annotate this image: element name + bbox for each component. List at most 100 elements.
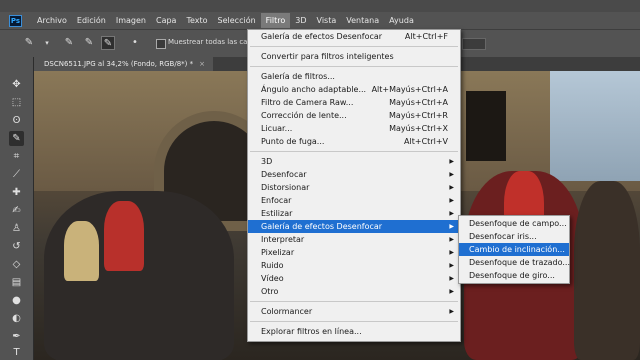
- menu-item-label: Pixelizar: [261, 248, 295, 257]
- menu-separator: [250, 66, 458, 67]
- pen-icon[interactable]: ✒: [9, 329, 24, 344]
- menu-item-browse-filters-online[interactable]: Explorar filtros en línea...: [248, 325, 460, 338]
- type-icon[interactable]: T: [9, 345, 24, 360]
- healing-brush-icon[interactable]: ✚: [9, 185, 24, 200]
- sample-all-layers-checkbox[interactable]: [156, 39, 166, 49]
- marquee-icon[interactable]: ⬚: [9, 95, 24, 110]
- menu-separator: [250, 151, 458, 152]
- eraser-icon[interactable]: ◇: [9, 257, 24, 272]
- document-tab[interactable]: DSCN6511.JPG al 34,2% (Fondo, RGB/8*) * ×: [34, 57, 213, 71]
- menu-item-filter-gallery[interactable]: Galería de filtros...: [248, 70, 460, 83]
- submenu-item-iris-blur[interactable]: Desenfocar iris...: [459, 230, 569, 243]
- lasso-icon[interactable]: ʘ: [9, 113, 24, 128]
- menu-item-label: Enfocar: [261, 196, 292, 205]
- new-selection-icon[interactable]: ✎: [62, 36, 76, 50]
- tool-preset-icon[interactable]: ✎: [22, 36, 36, 50]
- menu-ventana[interactable]: Ventana: [341, 13, 384, 28]
- menu-ayuda[interactable]: Ayuda: [384, 13, 419, 28]
- quick-select-icon[interactable]: ✎: [9, 131, 24, 146]
- menu-item-enfocar[interactable]: Enfocar ▶: [248, 194, 460, 207]
- menu-item-vanishing-point[interactable]: Punto de fuga... Alt+Ctrl+V: [248, 135, 460, 148]
- submenu-item-field-blur[interactable]: Desenfoque de campo...: [459, 217, 569, 230]
- person-red-shirt: [104, 201, 144, 271]
- menu-texto[interactable]: Texto: [181, 13, 212, 28]
- menu-item-label: Otro: [261, 287, 279, 296]
- submenu-arrow-icon: ▶: [449, 197, 454, 204]
- menu-item-colormancer[interactable]: Colormancer ▶: [248, 305, 460, 318]
- menu-item-interpretar[interactable]: Interpretar ▶: [248, 233, 460, 246]
- photoshop-logo[interactable]: Ps: [9, 14, 22, 27]
- gradient-icon[interactable]: ▤: [9, 275, 24, 290]
- menu-separator: [250, 301, 458, 302]
- menu-filtro[interactable]: Filtro: [260, 13, 291, 28]
- menu-item-desenfocar[interactable]: Desenfocar ▶: [248, 168, 460, 181]
- menu-item-estilizar[interactable]: Estilizar ▶: [248, 207, 460, 220]
- blur-icon[interactable]: ●: [9, 293, 24, 308]
- menu-item-blur-gallery[interactable]: Galería de efectos Desenfocar ▶: [248, 220, 460, 233]
- history-brush-icon[interactable]: ↺: [9, 239, 24, 254]
- menu-item-shortcut: Alt+Ctrl+V: [404, 137, 448, 146]
- menu-archivo[interactable]: Archivo: [32, 13, 72, 28]
- building-window: [466, 91, 506, 161]
- submenu-item-path-blur[interactable]: Desenfoque de trazado...: [459, 256, 570, 269]
- move-icon[interactable]: ✥: [9, 77, 24, 92]
- close-icon[interactable]: ×: [199, 60, 205, 68]
- menu-item-label: Galería de efectos Desenfocar: [261, 222, 383, 231]
- menu-item-label: Distorsionar: [261, 183, 310, 192]
- menu-item-label: Ruido: [261, 261, 284, 270]
- menu-item-video[interactable]: Vídeo ▶: [248, 272, 460, 285]
- subtract-from-selection-icon[interactable]: ✎: [101, 36, 115, 50]
- menu-item-adaptive-wide-angle[interactable]: Ángulo ancho adaptable... Alt+Mayús+Ctrl…: [248, 83, 460, 96]
- menu-item-pixelizar[interactable]: Pixelizar ▶: [248, 246, 460, 259]
- submenu-arrow-icon: ▶: [449, 210, 454, 217]
- brush-icon[interactable]: ✍: [9, 203, 24, 218]
- menu-seleccion[interactable]: Selección: [213, 13, 261, 28]
- menu-item-label: Punto de fuga...: [261, 137, 325, 146]
- submenu-arrow-icon: ▶: [449, 275, 454, 282]
- menu-item-convert-smart-filters[interactable]: Convertir para filtros inteligentes: [248, 50, 460, 63]
- menu-item-shortcut: Mayús+Ctrl+R: [389, 111, 448, 120]
- preset-dropdown-icon[interactable]: ▾: [40, 36, 54, 50]
- menu-item-label: Filtro de Camera Raw...: [261, 98, 354, 107]
- window-top-strip: [0, 0, 640, 12]
- person-yellow: [64, 221, 99, 281]
- submenu-arrow-icon: ▶: [449, 158, 454, 165]
- menu-item-label: Vídeo: [261, 274, 284, 283]
- menu-item-blur-gallery-last[interactable]: Galería de efectos Desenfocar Alt+Ctrl+F: [248, 30, 460, 43]
- menu-item-distorsionar[interactable]: Distorsionar ▶: [248, 181, 460, 194]
- menu-3d[interactable]: 3D: [290, 13, 311, 28]
- menu-separator: [250, 46, 458, 47]
- filter-menu: Galería de efectos Desenfocar Alt+Ctrl+F…: [247, 29, 461, 342]
- add-to-selection-icon[interactable]: ✎: [82, 36, 96, 50]
- submenu-arrow-icon: ▶: [449, 308, 454, 315]
- brush-settings-icon[interactable]: •: [128, 36, 142, 50]
- dodge-icon[interactable]: ◐: [9, 311, 24, 326]
- menu-edicion[interactable]: Edición: [72, 13, 111, 28]
- sky-area: [550, 71, 640, 181]
- menu-item-camera-raw[interactable]: Filtro de Camera Raw... Mayús+Ctrl+A: [248, 96, 460, 109]
- submenu-arrow-icon: ▶: [449, 223, 454, 230]
- menu-item-label: Explorar filtros en línea...: [261, 327, 362, 336]
- menu-item-label: Convertir para filtros inteligentes: [261, 52, 394, 61]
- menu-vista[interactable]: Vista: [312, 13, 342, 28]
- options-field[interactable]: [462, 38, 486, 50]
- menu-capa[interactable]: Capa: [151, 13, 181, 28]
- menu-item-3d[interactable]: 3D ▶: [248, 155, 460, 168]
- menu-item-liquify[interactable]: Licuar... Mayús+Ctrl+X: [248, 122, 460, 135]
- submenu-arrow-icon: ▶: [449, 236, 454, 243]
- menu-item-ruido[interactable]: Ruido ▶: [248, 259, 460, 272]
- crop-icon[interactable]: ⌗: [9, 149, 24, 164]
- submenu-arrow-icon: ▶: [449, 262, 454, 269]
- menu-item-label: Estilizar: [261, 209, 293, 218]
- menu-item-otro[interactable]: Otro ▶: [248, 285, 460, 298]
- clone-stamp-icon[interactable]: ♙: [9, 221, 24, 236]
- eyedropper-icon[interactable]: ⟋: [9, 167, 24, 182]
- submenu-item-tilt-shift[interactable]: Cambio de inclinación...: [459, 243, 569, 256]
- submenu-item-spin-blur[interactable]: Desenfoque de giro...: [459, 269, 569, 282]
- menu-separator: [250, 321, 458, 322]
- menu-item-label: Galería de filtros...: [261, 72, 335, 81]
- menu-item-lens-correction[interactable]: Corrección de lente... Mayús+Ctrl+R: [248, 109, 460, 122]
- menu-item-label: 3D: [261, 157, 273, 166]
- menu-imagen[interactable]: Imagen: [111, 13, 151, 28]
- menu-item-shortcut: Alt+Mayús+Ctrl+A: [371, 85, 448, 94]
